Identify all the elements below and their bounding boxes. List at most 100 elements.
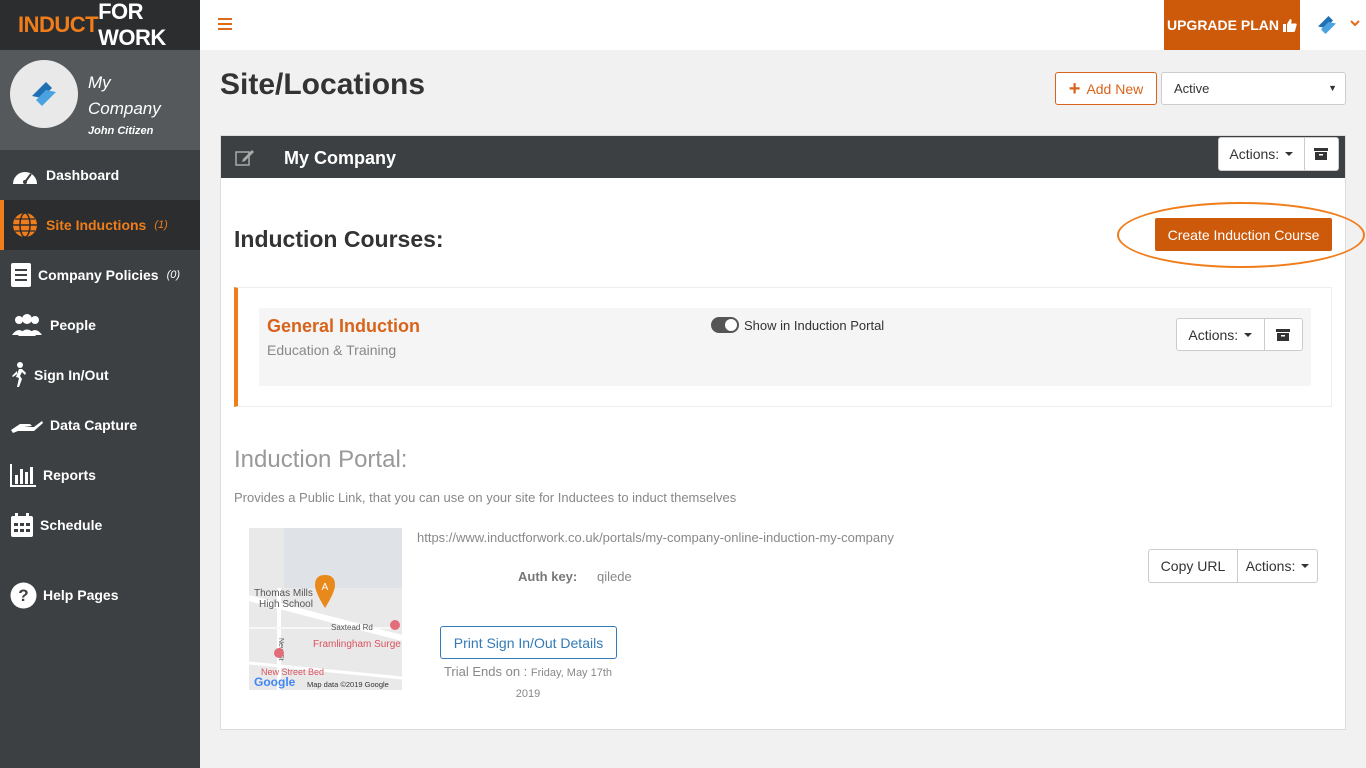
- company-name: My Company: [88, 73, 161, 118]
- map-label-place1b: High School: [259, 599, 313, 610]
- thumbs-up-icon: [1283, 19, 1297, 32]
- site-location-map[interactable]: Thomas Mills High School Saxtead Rd New …: [249, 528, 402, 690]
- sidebar-item-count: (1): [154, 219, 168, 231]
- site-actions-group: Actions:: [1218, 137, 1339, 171]
- course-actions-dropdown[interactable]: Actions:: [1177, 319, 1264, 350]
- course-category: Education & Training: [267, 342, 397, 358]
- bar-chart-icon: [10, 461, 37, 489]
- course-card: General Induction Education & Training S…: [234, 287, 1332, 407]
- map-label-street1: Saxtead Rd: [331, 623, 373, 632]
- account-chevron-down-icon[interactable]: [1350, 18, 1360, 30]
- sidebar-item-help-pages[interactable]: ? Help Pages: [0, 570, 200, 620]
- sidebar-item-label: Site Inductions: [46, 217, 147, 233]
- auth-key-label: Auth key:: [518, 569, 578, 584]
- page-title: Site/Locations: [220, 68, 426, 101]
- show-in-portal-label: Show in Induction Portal: [744, 318, 885, 333]
- account-logo-icon[interactable]: [1312, 10, 1342, 40]
- induction-portal-description: Provides a Public Link, that you can use…: [234, 490, 737, 505]
- globe-icon: [10, 211, 40, 239]
- map-label-place1: Thomas Mills: [254, 588, 313, 599]
- sidebar-item-label: Data Capture: [50, 417, 138, 433]
- site-actions-dropdown[interactable]: Actions:: [1219, 138, 1304, 170]
- add-new-label: Add New: [1086, 80, 1144, 97]
- company-logo-icon: [32, 82, 56, 106]
- plus-icon: +: [1068, 77, 1081, 100]
- sidebar-item-label: Help Pages: [43, 587, 119, 603]
- induction-portal-heading: Induction Portal:: [234, 446, 408, 473]
- google-logo: Google: [254, 675, 296, 689]
- site-actions-label: Actions:: [1229, 146, 1280, 162]
- upgrade-plan-label: UPGRADE PLAN: [1166, 17, 1279, 33]
- document-icon: [10, 261, 32, 289]
- map-pin-letter: A: [322, 582, 329, 593]
- sidebar-item-company-policies[interactable]: Company Policies (0): [0, 250, 200, 300]
- svg-text:?: ?: [18, 586, 28, 605]
- archive-icon: [1314, 148, 1329, 160]
- sidebar-item-label: Dashboard: [46, 167, 120, 183]
- hand-icon: [10, 411, 44, 439]
- course-row: General Induction Education & Training S…: [259, 308, 1311, 386]
- select-arrow-icon: ▼: [1328, 83, 1337, 93]
- sidebar-item-schedule[interactable]: Schedule: [0, 500, 200, 550]
- course-archive-button[interactable]: [1263, 319, 1302, 350]
- portal-actions-dropdown[interactable]: Actions:: [1236, 550, 1317, 582]
- upgrade-plan-button[interactable]: UPGRADE PLAN: [1164, 0, 1300, 50]
- caret-down-icon: [1244, 332, 1253, 337]
- brand-logo[interactable]: INDUCT FOR WORK: [0, 0, 200, 50]
- auth-key-value: qilede: [597, 569, 632, 584]
- trial-date: Friday, May 17th 2019: [515, 667, 613, 700]
- edit-icon[interactable]: [235, 148, 255, 171]
- add-new-button[interactable]: + Add New: [1055, 72, 1157, 105]
- sidebar-nav: Dashboard Site Inductions (1) Company Po…: [0, 150, 200, 620]
- print-sign-in-out-button[interactable]: Print Sign In/Out Details: [440, 626, 617, 659]
- course-actions-group: Actions:: [1176, 318, 1303, 351]
- nav-spacer: [0, 550, 200, 570]
- people-icon: [10, 311, 44, 339]
- company-avatar[interactable]: [10, 60, 78, 128]
- brand-part1: INDUCT: [18, 12, 99, 37]
- course-actions-label: Actions:: [1188, 326, 1239, 343]
- sidebar-item-label: Schedule: [40, 517, 103, 533]
- status-filter-select[interactable]: Active ▼: [1161, 72, 1346, 105]
- trial-end-info: Trial Ends on : Friday, May 17th 2019: [435, 662, 621, 704]
- portal-url[interactable]: https://www.inductforwork.co.uk/portals/…: [417, 530, 894, 545]
- sidebar-item-label: Reports: [43, 467, 96, 483]
- site-name: My Company: [284, 148, 397, 168]
- hamburger-menu-icon[interactable]: [218, 14, 232, 35]
- portal-actions-label: Actions:: [1245, 558, 1296, 574]
- sidebar-item-label: Sign In/Out: [34, 367, 109, 383]
- copy-url-button[interactable]: Copy URL: [1149, 550, 1237, 582]
- walking-person-icon: [10, 361, 28, 389]
- sidebar-item-people[interactable]: People: [0, 300, 200, 350]
- sidebar-item-reports[interactable]: Reports: [0, 450, 200, 500]
- map-credit: Map data ©2019 Google: [307, 680, 389, 689]
- show-in-portal-toggle[interactable]: [711, 317, 739, 333]
- user-name: John Citizen: [88, 125, 154, 137]
- course-name-link[interactable]: General Induction: [267, 316, 420, 337]
- sidebar-item-data-capture[interactable]: Data Capture: [0, 400, 200, 450]
- status-filter-value: Active: [1174, 81, 1210, 96]
- sidebar-item-label: Company Policies: [38, 267, 159, 283]
- map-label-place2: Framlingham Surge: [313, 639, 401, 650]
- calendar-icon: [10, 511, 34, 539]
- caret-down-icon: [1285, 152, 1294, 156]
- sidebar-item-dashboard[interactable]: Dashboard: [0, 150, 200, 200]
- speedometer-icon: [10, 161, 40, 189]
- trial-label: Trial Ends on :: [443, 664, 528, 679]
- sidebar: INDUCT FOR WORK My Company John Citizen D…: [0, 0, 200, 768]
- sidebar-item-site-inductions[interactable]: Site Inductions (1): [0, 200, 200, 250]
- sidebar-item-sign-in-out[interactable]: Sign In/Out: [0, 350, 200, 400]
- sidebar-item-label: People: [50, 317, 96, 333]
- portal-actions-group: Copy URL Actions:: [1148, 549, 1318, 583]
- archive-icon: [1276, 328, 1291, 341]
- site-card: My Company Actions: Induction Courses: C…: [220, 135, 1365, 730]
- induction-courses-heading: Induction Courses:: [234, 226, 444, 252]
- question-icon: ?: [10, 581, 37, 609]
- copy-url-label: Copy URL: [1160, 558, 1226, 574]
- highlight-annotation-ring: [1117, 202, 1365, 268]
- brand-part2: FOR WORK: [98, 0, 166, 50]
- profile-panel: My Company John Citizen: [0, 50, 200, 150]
- top-bar: UPGRADE PLAN: [200, 0, 1366, 50]
- sidebar-item-count: (0): [166, 269, 181, 281]
- site-archive-button[interactable]: [1303, 138, 1338, 170]
